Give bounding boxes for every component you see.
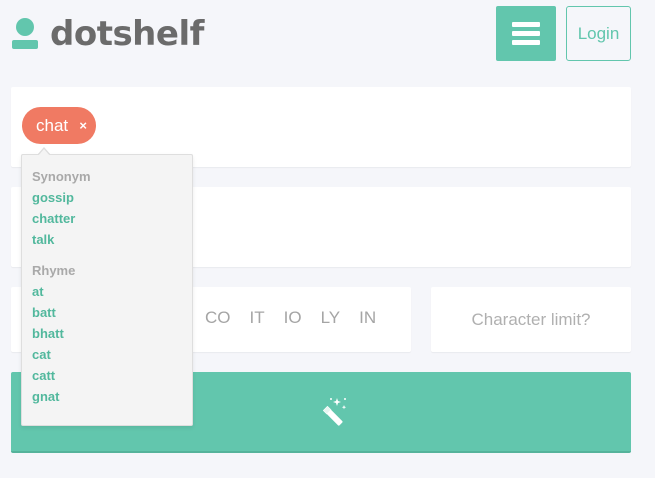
logo-text: dotshelf	[50, 14, 204, 54]
character-limit-input[interactable]	[431, 309, 631, 330]
tld-option[interactable]: LY	[321, 308, 341, 328]
suggestion-item[interactable]: at	[32, 284, 192, 305]
suggestion-item[interactable]: batt	[32, 305, 192, 326]
suggestion-item[interactable]: bhatt	[32, 326, 192, 347]
menu-button[interactable]	[496, 6, 556, 61]
keyword-chip-label: chat	[36, 115, 69, 135]
suggestion-item[interactable]: gossip	[32, 190, 192, 211]
suggestion-item[interactable]: gnat	[32, 389, 192, 410]
suggestion-item[interactable]: chatter	[32, 211, 192, 232]
tld-option[interactable]: IN	[359, 308, 376, 328]
suggestion-group-heading: Synonym	[32, 169, 91, 184]
suggestion-item[interactable]: cat	[32, 347, 192, 368]
hamburger-icon-bar	[512, 31, 540, 36]
suggestion-group-heading: Rhyme	[32, 263, 76, 278]
magic-wand-icon	[322, 398, 347, 426]
tld-option[interactable]: CO	[205, 308, 231, 328]
tld-list: CO IT IO LY IN	[205, 308, 395, 328]
logo[interactable]: dotshelf	[12, 12, 204, 56]
login-button[interactable]: Login	[566, 6, 631, 61]
close-icon[interactable]: ×	[79, 118, 87, 133]
suggestion-item[interactable]: talk	[32, 232, 192, 253]
person-icon	[12, 18, 38, 50]
character-limit-panel	[431, 287, 631, 352]
tld-option[interactable]: IT	[250, 308, 265, 328]
hamburger-icon-bar	[512, 40, 540, 45]
dropdown-pointer-fill	[38, 149, 50, 156]
suggestion-item[interactable]: catt	[32, 368, 192, 389]
suggestions-dropdown[interactable]: Synonym gossip chatter talk Rhyme at bat…	[21, 154, 193, 426]
tld-option[interactable]: IO	[284, 308, 302, 328]
hamburger-icon-bar	[512, 22, 540, 27]
keyword-chip[interactable]: chat ×	[22, 107, 96, 144]
